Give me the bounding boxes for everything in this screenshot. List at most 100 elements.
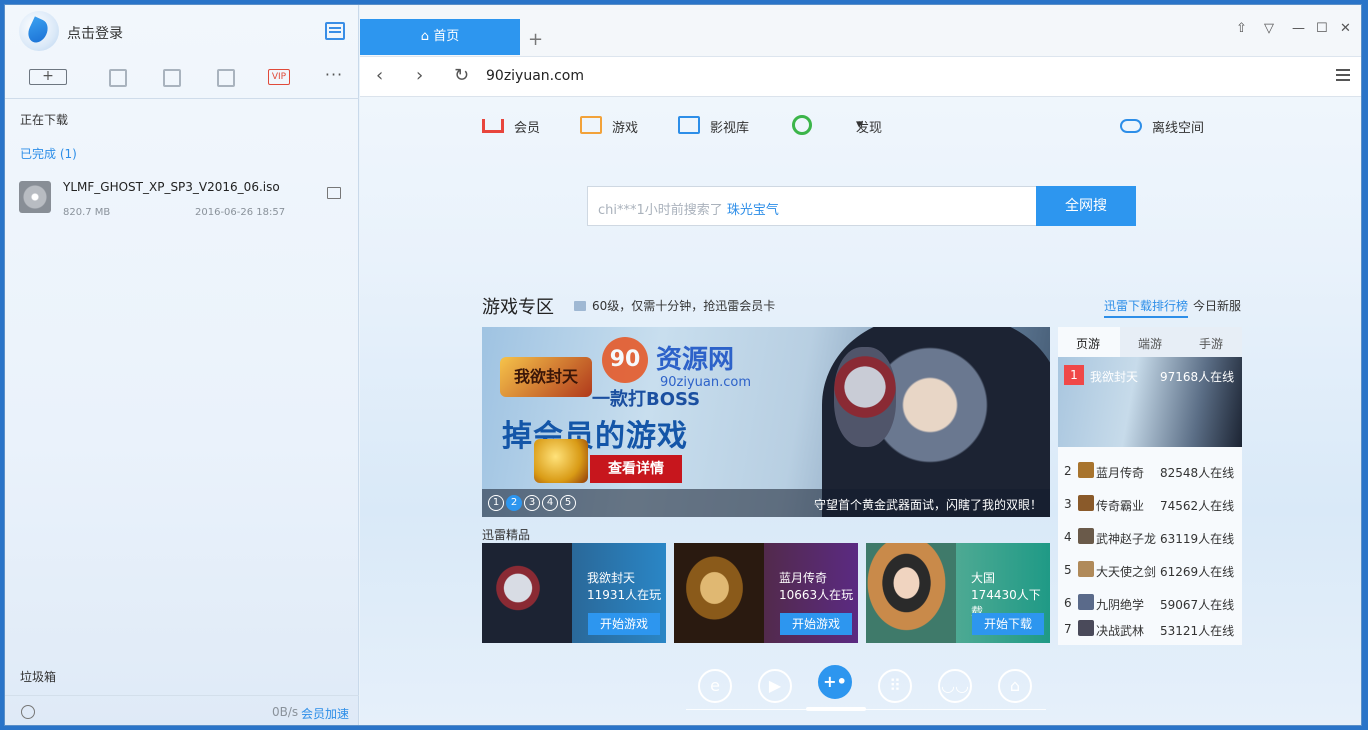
vip-speedup-link[interactable]: 会员加速	[301, 705, 349, 722]
game-card-title: 蓝月传奇	[779, 571, 828, 585]
rank-number: 7	[1064, 622, 1072, 636]
carousel-dot-5[interactable]: 5	[560, 495, 576, 511]
search-input[interactable]: chi***1小时前搜索了 珠光宝气	[587, 186, 1037, 226]
tab-mobile-games[interactable]: 手游	[1199, 335, 1223, 352]
carousel-dot-2[interactable]: 2	[506, 495, 522, 511]
channel-games-label: 游戏	[612, 121, 639, 136]
play-game-button[interactable]: 开始游戏	[588, 613, 660, 635]
ranking-row[interactable]: 7 决战武林 53121人在线	[1058, 612, 1242, 645]
video-library-icon	[678, 116, 700, 134]
game-zone-promo[interactable]: 60级，仅需十分钟，抢迅雷会员卡	[574, 297, 775, 314]
rank-online-count: 59067人在线	[1160, 598, 1235, 612]
refresh-button[interactable]: ↻	[454, 65, 469, 86]
game-thumbnail	[1078, 462, 1094, 478]
browser-e-icon[interactable]: e	[698, 669, 732, 703]
pause-icon[interactable]	[163, 69, 181, 87]
tab-new-servers[interactable]: 今日新服	[1193, 297, 1241, 314]
rank-number: 4	[1064, 530, 1072, 544]
shoe-icon[interactable]: ⌂	[998, 669, 1032, 703]
rank-game-name: 蓝月传奇	[1096, 466, 1145, 480]
tab-download-rank[interactable]: 迅雷下载排行榜	[1104, 297, 1189, 318]
ranking-row[interactable]: 5 大天使之剑 61269人在线	[1058, 553, 1242, 586]
game-card-art	[482, 543, 572, 643]
login-link[interactable]: 点击登录	[67, 23, 123, 43]
rank-online-count: 61269人在线	[1160, 565, 1235, 579]
calendar-icon[interactable]	[325, 22, 345, 40]
thunder-logo-icon[interactable]	[19, 11, 59, 51]
carousel-dots: 12345	[488, 494, 578, 511]
game-card[interactable]: 大国 174430人下载 开始下载	[866, 543, 1050, 643]
tab-bar: ⌂ 首页 + ⇧ ▽ — ☐ ✕	[360, 5, 1361, 57]
download-game-button[interactable]: 开始下载	[972, 613, 1044, 635]
file-date: 2016-06-26 18:57	[195, 207, 286, 218]
rank-number: 6	[1064, 596, 1072, 610]
forward-button[interactable]: ›	[416, 65, 423, 86]
play-game-button[interactable]: 开始游戏	[780, 613, 852, 635]
game-zone-title: 游戏专区	[482, 297, 554, 318]
open-folder-icon[interactable]	[327, 187, 341, 199]
tab-client-games[interactable]: 端游	[1138, 335, 1162, 352]
trash-category[interactable]: 垃圾箱	[20, 668, 56, 685]
carousel-dot-4[interactable]: 4	[542, 495, 558, 511]
dropdown-menu-icon[interactable]: ▽	[1264, 21, 1274, 36]
navigation-bar: ‹ › ↻ 90ziyuan.com	[360, 57, 1361, 97]
download-speed: 0B/s	[272, 705, 299, 719]
ranking-row[interactable]: 3 传奇霸业 74562人在线	[1058, 487, 1242, 520]
new-tab-button[interactable]: +	[528, 29, 543, 50]
discover-icon	[792, 115, 812, 135]
chevron-down-icon: ▾	[856, 117, 863, 132]
game-card[interactable]: 蓝月传奇 10663人在玩 开始游戏	[674, 543, 858, 643]
ranking-row[interactable]: 4 武神赵子龙 63119人在线	[1058, 520, 1242, 553]
channel-video-library-label: 影视库	[710, 121, 750, 136]
add-more-icon[interactable]: +•	[818, 665, 852, 699]
rank-game-name: 决战武林	[1096, 624, 1145, 638]
rank-online-count: 82548人在线	[1160, 466, 1235, 480]
address-bar[interactable]: 90ziyuan.com	[486, 68, 584, 84]
alarm-clock-icon[interactable]	[21, 705, 35, 719]
game-banner[interactable]: 我欲封天 一款打BOSS 掉会员的游戏 查看详情 90 资源网 90ziyuan…	[482, 327, 1050, 517]
downloading-category[interactable]: 正在下载	[20, 111, 68, 128]
game-card[interactable]: 我欲封天 11931人在玩 开始游戏	[482, 543, 666, 643]
file-list-item[interactable]: YLMF_GHOST_XP_SP3_V2016_06.iso 820.7 MB …	[5, 171, 359, 229]
skin-icon[interactable]: ⇧	[1236, 21, 1247, 36]
lingerie-icon[interactable]: ◡◡	[938, 669, 972, 703]
hamburger-menu-icon[interactable]	[1336, 69, 1350, 81]
app-window: 点击登录 + VIP ··· 正在下载 已完成 (1) YLMF_GHOST_X…	[4, 4, 1362, 726]
banner-details-button[interactable]: 查看详情	[590, 455, 682, 483]
back-button[interactable]: ‹	[376, 65, 383, 86]
watermark-title: 资源网	[656, 345, 735, 375]
completed-category[interactable]: 已完成 (1)	[20, 145, 77, 162]
search-button[interactable]: 全网搜	[1036, 186, 1136, 226]
search-hint: chi***1小时前搜索了	[598, 203, 727, 218]
minimize-button[interactable]: —	[1292, 21, 1305, 36]
search-hint-keyword[interactable]: 珠光宝气	[727, 203, 779, 218]
start-icon[interactable]	[109, 69, 127, 87]
game-card-art	[866, 543, 956, 643]
vip-button[interactable]: VIP	[268, 69, 290, 85]
more-button[interactable]: ···	[323, 67, 345, 87]
close-button[interactable]: ✕	[1340, 21, 1351, 36]
maximize-button[interactable]: ☐	[1316, 21, 1328, 36]
game-thumbnail	[1078, 561, 1094, 577]
carousel-dot-1[interactable]: 1	[488, 495, 504, 511]
dock-divider	[686, 709, 1046, 710]
ranking-top-item[interactable]: 1 我欲封天 97168人在线	[1058, 357, 1242, 447]
ranking-row[interactable]: 2 蓝月传奇 82548人在线	[1058, 454, 1242, 487]
play-icon[interactable]: ▶	[758, 669, 792, 703]
banner-caption[interactable]: 守望首个黄金武器面试，闪瞎了我的双眼！	[814, 496, 1042, 513]
tab-home-label: 首页	[433, 29, 460, 44]
speaker-icon	[574, 301, 586, 311]
tab-web-games[interactable]: 页游	[1076, 335, 1100, 352]
rank-online-count: 53121人在线	[1160, 624, 1235, 638]
game-card-art	[674, 543, 764, 643]
delete-icon[interactable]	[217, 69, 235, 87]
new-task-button[interactable]: +	[29, 69, 67, 85]
tab-home[interactable]: ⌂ 首页	[360, 19, 520, 55]
rank-game-name: 大天使之剑	[1096, 565, 1157, 579]
dock-indicator	[806, 707, 866, 711]
rank-number: 3	[1064, 497, 1072, 511]
gamepad-icon[interactable]: ⠿	[878, 669, 912, 703]
carousel-dot-3[interactable]: 3	[524, 495, 540, 511]
channel-member-label: 会员	[514, 121, 541, 136]
rank-online-count: 63119人在线	[1160, 532, 1235, 546]
